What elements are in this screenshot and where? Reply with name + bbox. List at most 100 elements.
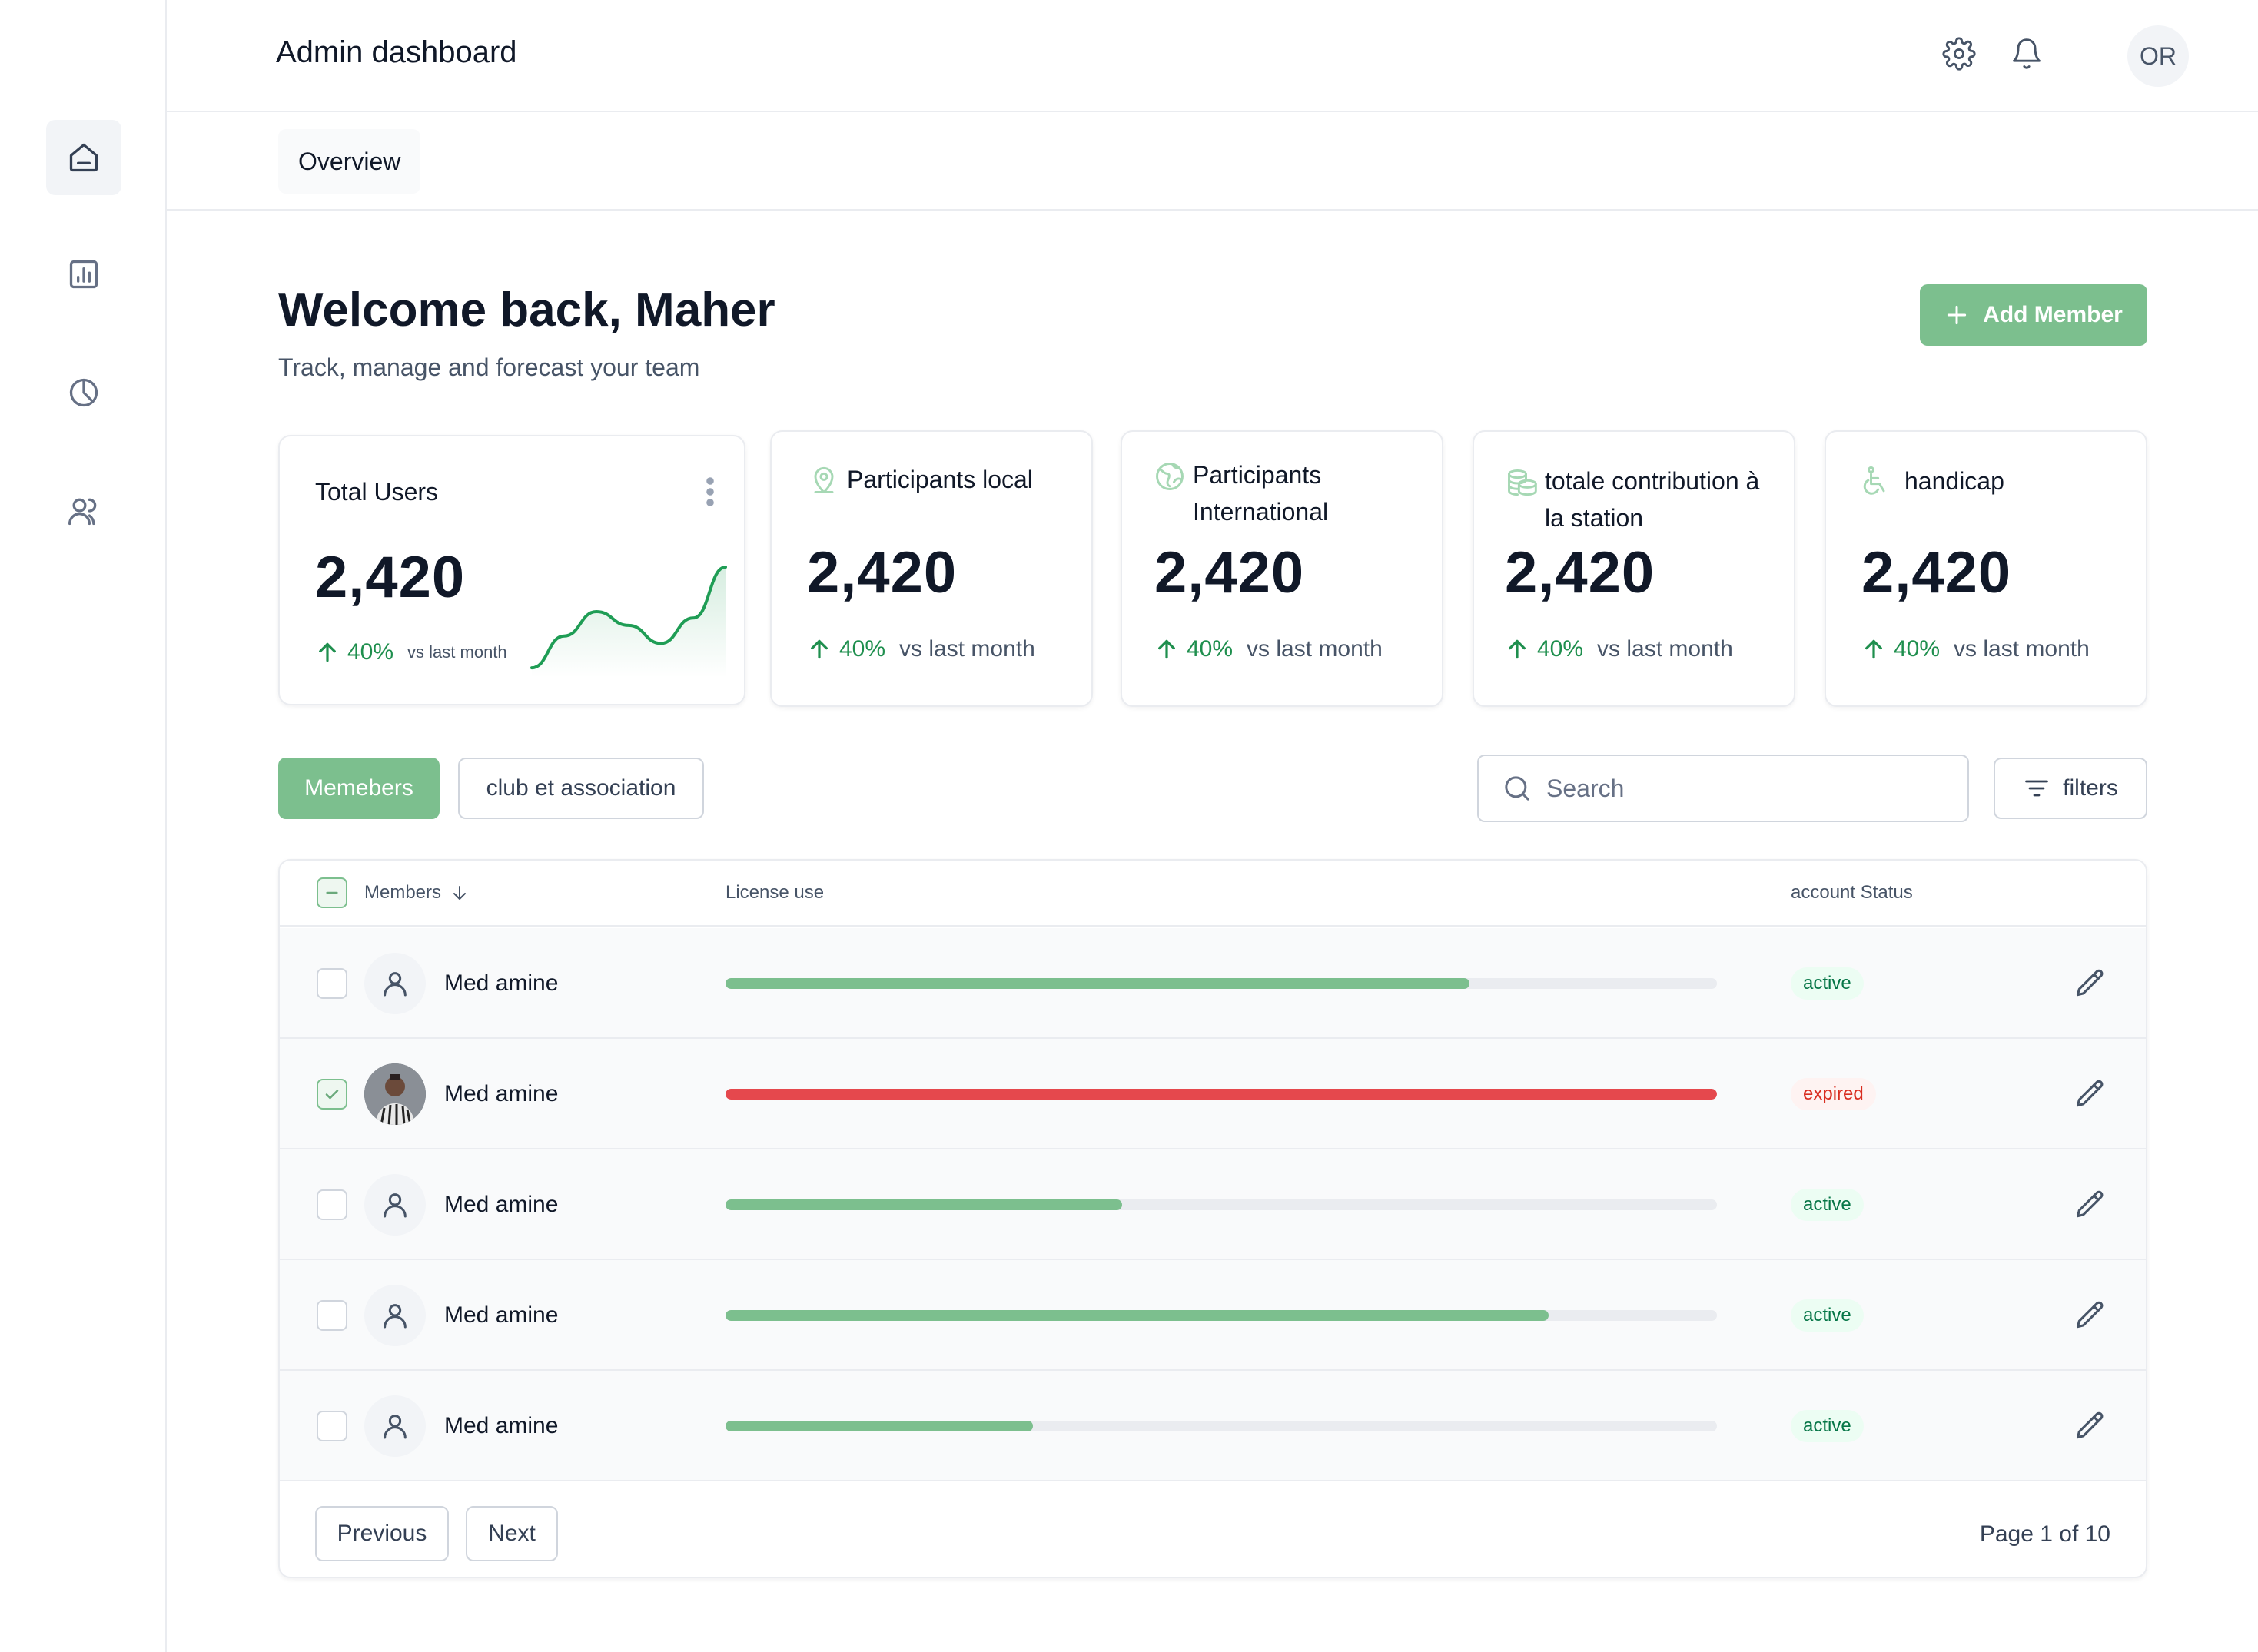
search-placeholder: Search — [1546, 774, 1625, 802]
person-photo-icon — [364, 1063, 426, 1125]
stat-compare: vs last month — [1597, 636, 1733, 662]
gear-icon[interactable] — [1942, 37, 1976, 71]
sparkline-chart — [530, 566, 727, 678]
license-progress-bar — [726, 978, 1717, 989]
bell-icon[interactable] — [2010, 37, 2044, 71]
row-checkbox[interactable] — [317, 1411, 347, 1441]
stat-change: 40% — [1537, 636, 1584, 662]
row-checkbox[interactable] — [317, 968, 347, 999]
users-icon — [68, 498, 97, 526]
column-members-label: Members — [364, 882, 442, 903]
stat-trend: 40% vs last month — [1154, 636, 1383, 662]
add-member-label: Add Member — [1983, 302, 2123, 327]
coins-icon — [1508, 469, 1537, 496]
user-icon — [384, 1304, 407, 1329]
stat-change: 40% — [1187, 636, 1234, 662]
license-progress-fill — [726, 1199, 1122, 1210]
edit-button[interactable] — [2074, 1188, 2107, 1222]
stat-change: 40% — [839, 636, 886, 662]
stat-value: 2,420 — [807, 540, 958, 605]
stat-change: 40% — [1894, 636, 1941, 662]
column-header-license: License use — [726, 882, 825, 903]
avatar-photo — [364, 1063, 426, 1125]
pencil-icon — [2076, 1190, 2104, 1218]
status-badge: expired — [1791, 1078, 1876, 1110]
stat-trend: 40% vs last month — [1505, 636, 1733, 662]
home-icon — [69, 143, 98, 172]
sparkline-area — [532, 567, 726, 678]
page-title: Welcome back, Maher — [278, 284, 775, 337]
plus-icon — [1948, 305, 1967, 325]
stat-compare: vs last month — [1954, 636, 2090, 662]
table-row[interactable]: Med amine active — [280, 1149, 2146, 1260]
sidebar-item-users[interactable] — [46, 473, 121, 549]
stat-value: 2,420 — [1861, 540, 2012, 605]
filter-lines-icon — [2025, 780, 2049, 797]
arrow-down-icon — [453, 886, 467, 900]
tab-overview[interactable]: Overview — [278, 129, 421, 194]
arrow-up-icon — [319, 642, 336, 662]
license-progress-fill — [726, 1310, 1549, 1321]
stat-compare: vs last month — [407, 642, 507, 662]
license-progress-bar — [726, 1199, 1717, 1210]
stat-value: 2,420 — [1505, 540, 1655, 605]
table-row[interactable]: Med amine active — [280, 1371, 2146, 1481]
search-icon — [1505, 776, 1529, 801]
user-icon — [384, 972, 407, 997]
stat-compare: vs last month — [899, 636, 1035, 662]
sidebar-item-analytics[interactable] — [46, 355, 121, 430]
table-row[interactable]: Med amine expired — [280, 1039, 2146, 1149]
segment-members[interactable]: Memebers — [278, 758, 440, 819]
stat-title: handicap — [1904, 467, 2004, 495]
row-checkbox[interactable] — [317, 1079, 347, 1110]
segment-clubs[interactable]: club et association — [458, 758, 704, 819]
stat-card-contribution: totale contribution à la station 2,420 4… — [1473, 430, 1795, 707]
pencil-icon — [2076, 1411, 2104, 1439]
stat-compare: vs last month — [1247, 636, 1383, 662]
row-checkbox[interactable] — [317, 1189, 347, 1220]
filters-button[interactable]: filters — [1994, 758, 2147, 819]
status-badge: active — [1791, 1189, 1864, 1221]
select-all-checkbox[interactable] — [317, 877, 347, 908]
stat-card-participants-international: Participants International 2,420 40% vs … — [1121, 430, 1443, 707]
status-badge: active — [1791, 967, 1864, 1000]
sidebar-item-reports[interactable] — [46, 237, 121, 312]
table-row[interactable]: Med amine active — [280, 928, 2146, 1039]
license-progress-fill — [726, 978, 1469, 989]
location-pin-icon — [814, 466, 834, 493]
member-name: Med amine — [444, 1302, 559, 1328]
license-progress-bar — [726, 1310, 1717, 1321]
row-checkbox[interactable] — [317, 1300, 347, 1331]
member-name: Med amine — [444, 970, 559, 996]
status-badge: active — [1791, 1299, 1864, 1332]
kebab-menu-icon[interactable] — [706, 476, 715, 507]
stat-change: 40% — [347, 639, 394, 665]
stat-title: Participants International — [1193, 461, 1329, 526]
edit-button[interactable] — [2074, 967, 2107, 1000]
next-button[interactable]: Next — [466, 1506, 558, 1561]
previous-button[interactable]: Previous — [315, 1506, 449, 1561]
column-header-members[interactable]: Members — [364, 882, 469, 904]
member-name: Med amine — [444, 1192, 559, 1217]
edit-button[interactable] — [2074, 1409, 2107, 1443]
user-icon — [384, 1415, 407, 1439]
filters-label: filters — [2063, 775, 2118, 801]
minus-icon — [326, 891, 338, 894]
stat-title: totale contribution à la station — [1545, 467, 1760, 532]
member-name: Med amine — [444, 1413, 559, 1438]
search-input[interactable]: Search — [1477, 755, 1969, 822]
top-header: Admin dashboard OR — [167, 0, 2258, 112]
arrow-up-icon — [1865, 639, 1882, 659]
table-row[interactable]: Med amine active — [280, 1260, 2146, 1371]
add-member-button[interactable]: Add Member — [1920, 284, 2147, 346]
edit-button[interactable] — [2074, 1299, 2107, 1332]
pie-chart-icon — [69, 378, 98, 407]
status-badge: active — [1791, 1410, 1864, 1442]
stat-card-participants-local: Participants local 2,420 40% vs last mon… — [770, 430, 1093, 707]
edit-button[interactable] — [2074, 1077, 2107, 1111]
user-avatar[interactable]: OR — [2127, 25, 2189, 87]
globe-icon — [1156, 463, 1184, 490]
sidebar-item-home[interactable] — [46, 120, 121, 195]
stat-trend: 40% vs last month — [315, 639, 507, 665]
license-progress-bar — [726, 1089, 1717, 1100]
